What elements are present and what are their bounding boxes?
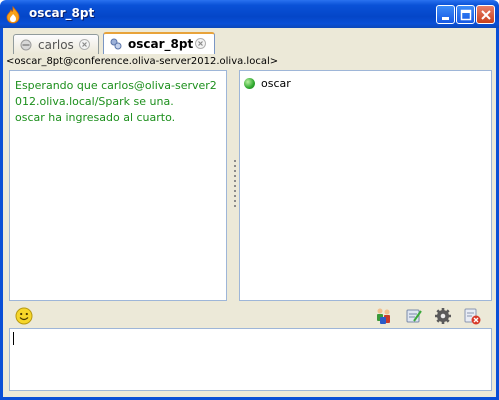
splitter-handle[interactable] xyxy=(234,160,237,212)
room-jid-label: <oscar_8pt@conference.oliva-server2012.o… xyxy=(6,56,279,67)
occupants-list: oscar xyxy=(239,70,492,301)
chat-message: oscar ha ingresado al cuarto. xyxy=(15,111,176,124)
text-caret xyxy=(13,332,14,345)
tab-label: carlos xyxy=(38,37,74,52)
user-offline-icon xyxy=(20,39,32,50)
settings-icon[interactable] xyxy=(433,306,453,326)
close-button[interactable] xyxy=(476,5,495,24)
tab-oscar-8pt[interactable]: oscar_8pt xyxy=(103,32,215,54)
window-title: oscar_8pt xyxy=(29,6,95,20)
change-subject-icon[interactable] xyxy=(404,306,424,326)
online-status-icon xyxy=(244,78,255,89)
spark-flame-icon xyxy=(6,6,20,24)
tab-label: oscar_8pt xyxy=(128,37,194,51)
emoticon-icon[interactable] xyxy=(14,306,34,326)
message-input[interactable] xyxy=(9,328,492,391)
title-bar[interactable]: oscar_8pt xyxy=(0,0,499,28)
close-icon xyxy=(481,10,491,20)
invite-users-icon[interactable] xyxy=(374,306,394,326)
maximize-button[interactable] xyxy=(456,5,475,24)
group-chat-icon xyxy=(110,38,122,50)
close-tab-icon[interactable] xyxy=(195,38,206,49)
tab-carlos[interactable]: carlos xyxy=(13,34,99,54)
close-tab-icon[interactable] xyxy=(79,39,90,50)
leave-room-icon[interactable] xyxy=(462,306,482,326)
chat-toolbar xyxy=(9,304,492,328)
maximize-icon xyxy=(460,9,472,21)
chat-transcript[interactable]: Esperando que carlos@oliva-server2012.ol… xyxy=(9,70,227,301)
minimize-icon xyxy=(442,17,449,20)
chat-message: Esperando que carlos@oliva-server2012.ol… xyxy=(15,79,217,108)
minimize-button[interactable] xyxy=(436,5,455,24)
chat-messages: Esperando que carlos@oliva-server2012.ol… xyxy=(15,78,223,126)
occupant-name: oscar xyxy=(261,77,291,90)
occupant-item[interactable]: oscar xyxy=(244,77,291,90)
tab-strip: carlos oscar_8pt xyxy=(5,32,493,54)
